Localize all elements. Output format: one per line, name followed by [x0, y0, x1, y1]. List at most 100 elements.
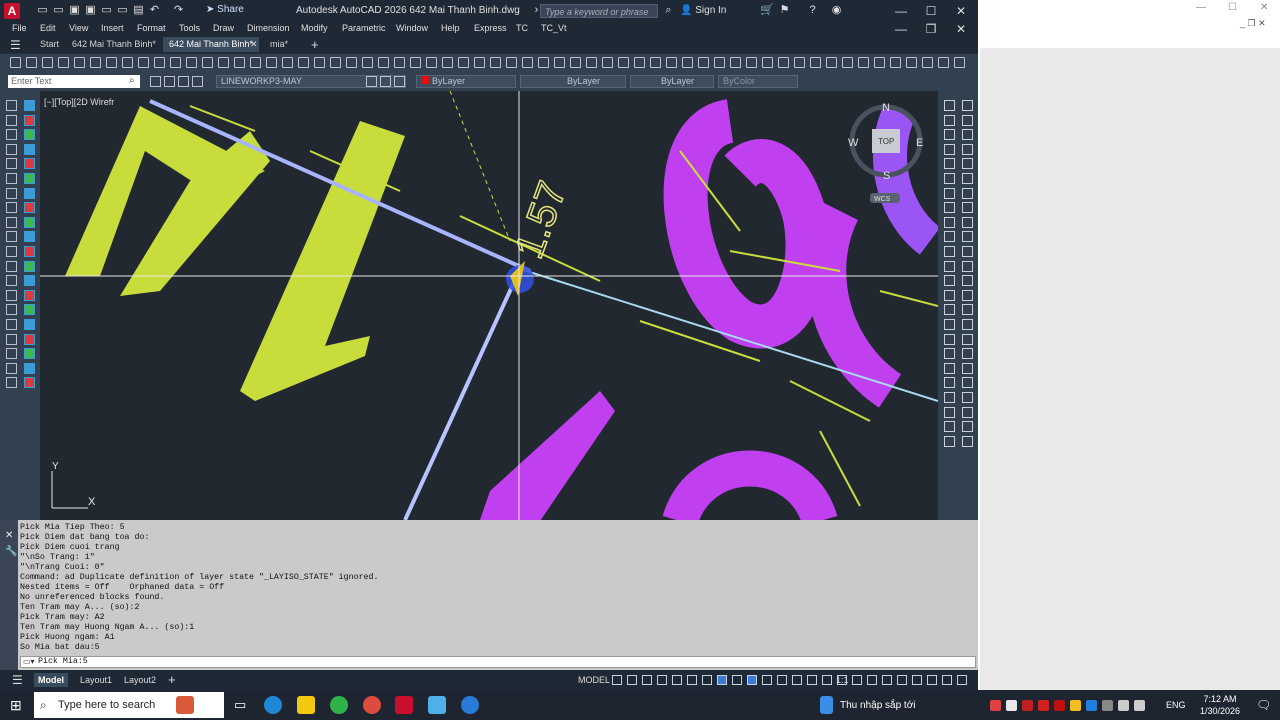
- modify-tool-icon[interactable]: [944, 392, 955, 403]
- modify-tool-icon[interactable]: [944, 216, 955, 228]
- modify-tool-icon[interactable]: [962, 421, 973, 433]
- save-as-icon[interactable]: ▣: [84, 4, 97, 17]
- toolbar-tool-icon[interactable]: [234, 57, 245, 68]
- modify-tool-icon[interactable]: [962, 435, 973, 447]
- doc-close-icon[interactable]: ✕: [946, 21, 976, 37]
- hamburger-menu-icon[interactable]: ☰: [10, 38, 21, 52]
- new-file-icon[interactable]: ▭: [36, 4, 49, 17]
- toolbar-tool-icon[interactable]: [906, 57, 917, 68]
- windows-start-icon[interactable]: ⊞: [10, 697, 22, 714]
- menu-parametric[interactable]: Parametric: [342, 23, 386, 33]
- model-space-button[interactable]: MODEL: [574, 673, 614, 687]
- modify-tool-icon[interactable]: [944, 114, 955, 126]
- status-toggle-icon[interactable]: [897, 675, 907, 685]
- file-explorer-icon[interactable]: [297, 696, 315, 714]
- toolbar-tool-icon[interactable]: [122, 57, 133, 68]
- modify-tool-icon[interactable]: [944, 362, 955, 374]
- save-web-icon[interactable]: ▭: [116, 4, 129, 17]
- status-toggle-icon[interactable]: [837, 675, 847, 685]
- open-folder-icon[interactable]: ▭: [52, 4, 65, 17]
- draw-tool-icon[interactable]: [24, 143, 35, 155]
- status-toggle-icon[interactable]: [702, 675, 712, 685]
- new-tab-icon[interactable]: +: [311, 37, 319, 52]
- account-icon[interactable]: ⚑: [778, 4, 791, 17]
- toolbar-tool-icon[interactable]: [42, 57, 53, 68]
- status-toggle-icon[interactable]: [882, 675, 892, 685]
- toolbar-tool-icon[interactable]: [250, 57, 261, 68]
- layer-tool-icon[interactable]: [192, 76, 203, 87]
- menu-view[interactable]: View: [69, 23, 88, 33]
- draw-tool-icon[interactable]: [24, 114, 35, 126]
- tray-app-icon[interactable]: [1134, 700, 1145, 711]
- modify-tool-icon[interactable]: [944, 319, 955, 330]
- toolbar-tool-icon[interactable]: [874, 57, 885, 68]
- modify-tool-icon[interactable]: [962, 100, 973, 111]
- toolbar-tool-icon[interactable]: [458, 57, 469, 68]
- app-blue-icon[interactable]: [428, 696, 446, 714]
- menu-format[interactable]: Format: [137, 23, 166, 33]
- toolbar-tool-icon[interactable]: [138, 57, 149, 68]
- toolbar-tool-icon[interactable]: [746, 57, 757, 68]
- open-web-icon[interactable]: ▭: [100, 4, 113, 17]
- modify-tool-icon[interactable]: [944, 275, 955, 287]
- command-prompt-icon[interactable]: ▭▾: [23, 657, 35, 666]
- toolbar-tool-icon[interactable]: [186, 57, 197, 68]
- draw-tool-icon[interactable]: [6, 304, 17, 316]
- tab-mia[interactable]: mia*: [264, 37, 294, 52]
- modify-tool-icon[interactable]: [944, 289, 955, 301]
- toolbar-tool-icon[interactable]: [890, 57, 901, 68]
- status-toggle-icon[interactable]: [687, 675, 697, 685]
- draw-tool-icon[interactable]: [6, 289, 17, 301]
- menu-tc[interactable]: TC: [516, 23, 528, 33]
- toolbar-tool-icon[interactable]: [570, 57, 581, 68]
- drawing-viewport[interactable]: 1.57 Y X TOP N S E W WCS: [40, 91, 938, 520]
- toolbar-tool-icon[interactable]: [858, 57, 869, 68]
- draw-tool-icon[interactable]: [6, 202, 17, 214]
- toolbar-tool-icon[interactable]: [954, 57, 965, 68]
- toolbar-tool-icon[interactable]: [794, 57, 805, 68]
- draw-tool-icon[interactable]: [6, 187, 17, 199]
- share-button[interactable]: ➤ Share: [206, 4, 244, 15]
- status-toggle-icon[interactable]: [627, 675, 637, 685]
- toolbar-tool-icon[interactable]: [362, 57, 373, 68]
- toolbar-tool-icon[interactable]: [442, 57, 453, 68]
- modify-tool-icon[interactable]: [962, 143, 973, 155]
- plotstyle-dropdown[interactable]: ByColor: [718, 75, 798, 88]
- toolbar-tool-icon[interactable]: [682, 57, 693, 68]
- status-toggle-icon[interactable]: [867, 675, 877, 685]
- modify-tool-icon[interactable]: [962, 202, 973, 214]
- draw-tool-icon[interactable]: [6, 246, 17, 257]
- layer-dropdown[interactable]: LINEWORKP3-MAY: [216, 75, 406, 88]
- menu-file[interactable]: File: [12, 23, 27, 33]
- status-toggle-icon[interactable]: [957, 675, 967, 685]
- toolbar-tool-icon[interactable]: [282, 57, 293, 68]
- toolbar-tool-icon[interactable]: [586, 57, 597, 68]
- sign-in-button[interactable]: 👤 Sign In: [680, 5, 726, 16]
- drawing-canvas[interactable]: 1.57 Y X TOP N S E W WCS: [40, 91, 938, 520]
- draw-tool-icon[interactable]: [6, 275, 17, 287]
- modify-tool-icon[interactable]: [944, 173, 955, 184]
- draw-tool-icon[interactable]: [6, 216, 17, 228]
- status-toggle-icon[interactable]: [747, 675, 757, 685]
- toolbar-tool-icon[interactable]: [106, 57, 117, 68]
- draw-tool-icon[interactable]: [24, 173, 35, 184]
- modify-tool-icon[interactable]: [962, 392, 973, 403]
- modify-tool-icon[interactable]: [962, 406, 973, 418]
- toolbar-tool-icon[interactable]: [810, 57, 821, 68]
- toolbar-tool-icon[interactable]: [394, 57, 405, 68]
- draw-tool-icon[interactable]: [6, 143, 17, 155]
- draw-tool-icon[interactable]: [6, 114, 17, 126]
- tray-app-icon[interactable]: [1038, 700, 1049, 711]
- draw-tool-icon[interactable]: [6, 319, 17, 330]
- status-toggle-icon[interactable]: [852, 675, 862, 685]
- tray-app-icon[interactable]: [1118, 700, 1129, 711]
- secondary-doc-controls[interactable]: _ ❐ ✕: [1240, 18, 1266, 29]
- modify-tool-icon[interactable]: [944, 246, 955, 257]
- status-toggle-icon[interactable]: [777, 675, 787, 685]
- modify-tool-icon[interactable]: [944, 304, 955, 316]
- toolbar-tool-icon[interactable]: [90, 57, 101, 68]
- close-icon[interactable]: ✕: [946, 3, 976, 19]
- tab-file-1[interactable]: 642 Mai Thanh Binh*: [66, 37, 162, 52]
- modify-tool-icon[interactable]: [944, 143, 955, 155]
- draw-tool-icon[interactable]: [24, 289, 35, 301]
